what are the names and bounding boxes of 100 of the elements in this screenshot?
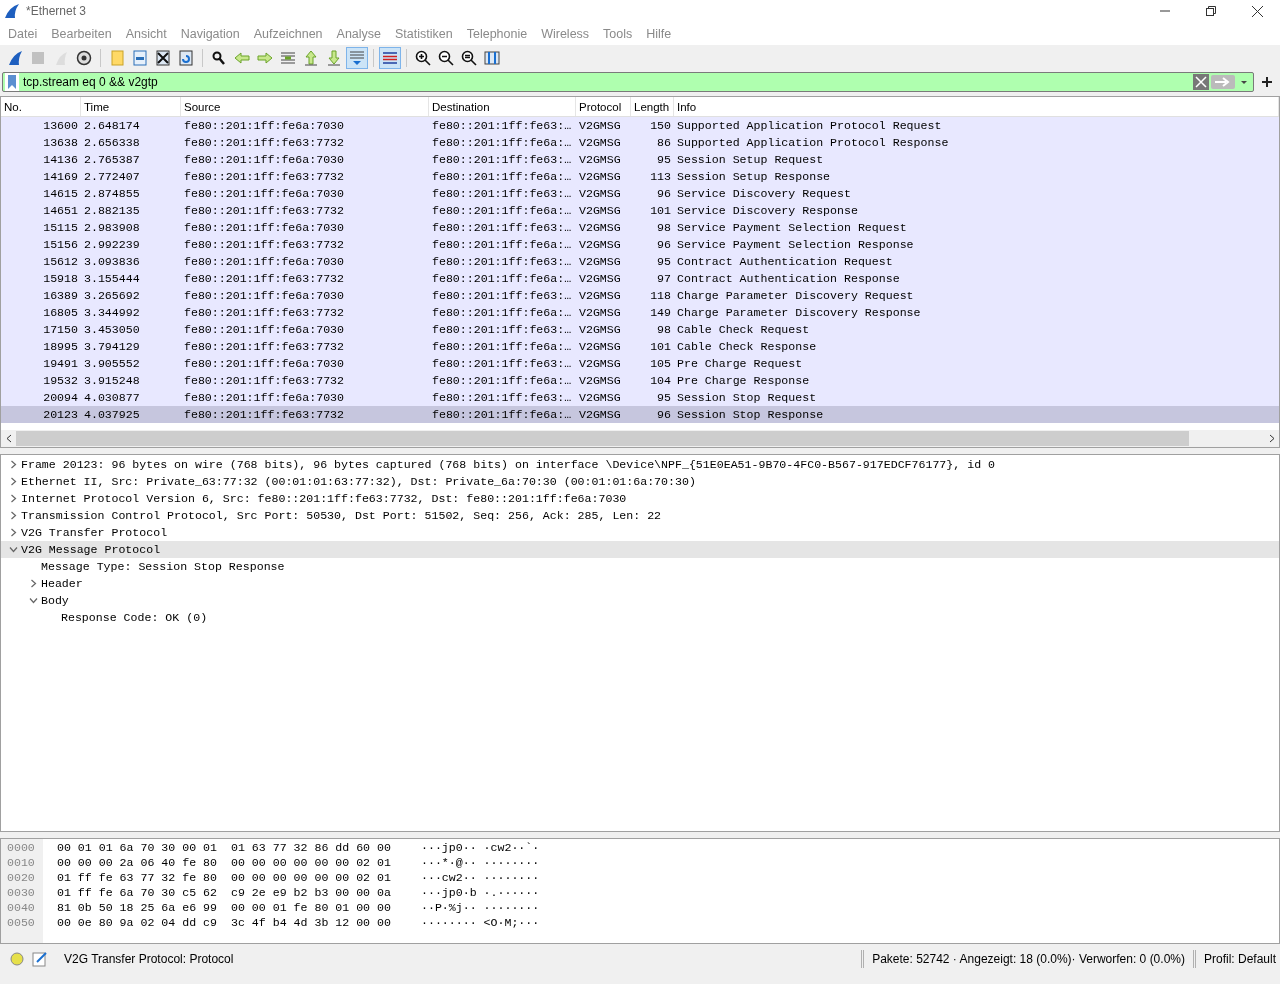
tree-row[interactable]: Body — [1, 592, 1279, 609]
resize-columns-icon — [484, 49, 500, 66]
down-arrow-icon — [326, 49, 342, 66]
table-cell-text: Session Setup Request — [676, 153, 825, 166]
table-cell-text: fe80::201:1ff:fe63:7732 — [183, 272, 346, 285]
menu-item[interactable]: Ansicht — [118, 26, 174, 41]
table-cell-text: 2.992239 — [83, 238, 141, 251]
menu-item[interactable]: Hilfe — [639, 26, 679, 41]
table-cell-text: fe80::201:1ff:fe6a:… — [431, 408, 573, 421]
table-cell-text: 2.656338 — [83, 136, 141, 149]
ascii-text: ···*·@·· ········ — [419, 855, 540, 870]
packet-row[interactable]: 18995 3.794129 fe80::201:1ff:fe63:7732 fe80::201:1ff:fe6a:… V2GMSG 101 Cable Check Response — [1, 338, 1279, 355]
packet-row[interactable]: 15918 3.155444 fe80::201:1ff:fe63:7732 fe80::201:1ff:fe6a:… V2GMSG 97 Contract Authentication Response — [1, 270, 1279, 287]
status-indicator-icon[interactable] — [10, 952, 24, 966]
hex-bytes: 00 01 01 6a 70 30 00 01 01 63 77 32 86 dd 60 00 — [56, 840, 391, 855]
column-header[interactable]: No. — [1, 97, 81, 116]
table-cell-text: fe80::201:1ff:fe63:7732 — [183, 340, 346, 353]
edit-icon[interactable] — [32, 951, 48, 967]
table-cell-text: fe80::201:1ff:fe6a:7030 — [183, 391, 346, 404]
table-cell-text: fe80::201:1ff:fe63:… — [431, 289, 573, 302]
menu-item[interactable]: Bearbeiten — [44, 26, 119, 41]
table-cell-text: 113 — [649, 170, 672, 183]
tree-row[interactable]: Header — [1, 575, 1279, 592]
table-cell-text: 3.093836 — [83, 255, 141, 268]
tree-row[interactable]: Transmission Control Protocol, Src Port: 50530, Dst Port: 51502, Seq: 256, Ack: 285, Len: 22 — [1, 507, 1279, 524]
tree-row[interactable]: V2G Message Protocol — [1, 541, 1279, 558]
hex-bytes: 00 0e 80 9a 02 04 dd c9 3c 4f b4 4d 3b 12 00 00 — [56, 915, 391, 930]
table-cell-text: Service Discovery Response — [676, 204, 859, 217]
packet-row[interactable]: 16805 3.344992 fe80::201:1ff:fe63:7732 fe80::201:1ff:fe6a:… V2GMSG 149 Charge Parameter Discovery Response — [1, 304, 1279, 321]
ascii-text: ···jp0·b ·.······ — [419, 885, 540, 900]
column-header[interactable]: Length — [631, 97, 674, 116]
table-cell-text: Service Payment Selection Request — [676, 221, 908, 234]
tree-row[interactable]: V2G Transfer Protocol — [1, 524, 1279, 541]
table-cell-text: fe80::201:1ff:fe6a:7030 — [183, 187, 346, 200]
fin-icon — [4, 3, 20, 19]
column-header[interactable]: Info — [674, 97, 1279, 116]
table-cell-text: Cable Check Response — [676, 340, 818, 353]
tree-row[interactable]: Frame 20123: 96 bytes on wire (768 bits), 96 bytes captured (768 bits) on interface \Device\NPF_{51E0EA51-9B70-4FC0-B567-917EDCF76177}, id 0 — [1, 456, 1279, 473]
chevron-down-icon[interactable] — [28, 596, 38, 605]
packet-row[interactable]: 13600 2.648174 fe80::201:1ff:fe6a:7030 fe80::201:1ff:fe63:… V2GMSG 150 Supported Application Protocol Request — [1, 117, 1279, 134]
table-cell-text: 3.794129 — [83, 340, 141, 353]
column-header[interactable]: Source — [181, 97, 429, 116]
packet-row[interactable]: 19491 3.905552 fe80::201:1ff:fe6a:7030 fe80::201:1ff:fe63:… V2GMSG 105 Pre Charge Request — [1, 355, 1279, 372]
profile-label[interactable]: Profil: Default — [1203, 952, 1276, 966]
zoom-out-icon — [438, 49, 454, 66]
plus-icon[interactable] — [1262, 77, 1272, 87]
menu-item[interactable]: Analyse — [329, 26, 389, 41]
packet-row[interactable]: 15115 2.983908 fe80::201:1ff:fe6a:7030 fe80::201:1ff:fe63:… V2GMSG 98 Service Payment Selection Request — [1, 219, 1279, 236]
table-cell-text: V2GMSG — [578, 204, 622, 217]
table-cell-text: fe80::201:1ff:fe63:7732 — [183, 306, 346, 319]
table-cell-text: V2GMSG — [578, 255, 622, 268]
packet-row[interactable]: 14136 2.765387 fe80::201:1ff:fe6a:7030 fe80::201:1ff:fe63:… V2GMSG 95 Session Setup Request — [1, 151, 1279, 168]
packet-row[interactable]: 13638 2.656338 fe80::201:1ff:fe63:7732 fe80::201:1ff:fe6a:… V2GMSG 86 Supported Application Protocol Response — [1, 134, 1279, 151]
hex-bytes: 00 00 00 2a 06 40 fe 80 00 00 00 00 00 00 02 01 — [56, 855, 391, 870]
table-cell-text: V2GMSG — [578, 119, 622, 132]
packet-row[interactable]: 14169 2.772407 fe80::201:1ff:fe63:7732 fe80::201:1ff:fe6a:… V2GMSG 113 Session Setup Response — [1, 168, 1279, 185]
bookmark-icon[interactable] — [5, 73, 19, 91]
menu-item[interactable]: Statistiken — [388, 26, 460, 41]
table-cell-text: 15115 — [42, 221, 79, 234]
close-icon[interactable] — [1251, 5, 1263, 17]
packet-row[interactable]: 15156 2.992239 fe80::201:1ff:fe63:7732 fe80::201:1ff:fe6a:… V2GMSG 96 Service Payment Selection Response — [1, 236, 1279, 253]
chevron-right-icon[interactable] — [28, 579, 38, 588]
restore-icon[interactable] — [1206, 6, 1216, 16]
packet-row[interactable]: 14615 2.874855 fe80::201:1ff:fe6a:7030 fe80::201:1ff:fe63:… V2GMSG 96 Service Discovery Request — [1, 185, 1279, 202]
column-header[interactable]: Protocol — [576, 97, 631, 116]
table-cell-text: 14169 — [42, 170, 79, 183]
table-cell-text: fe80::201:1ff:fe63:… — [431, 221, 573, 234]
menu-item[interactable]: Navigation — [173, 26, 247, 41]
column-header[interactable]: Destination — [429, 97, 576, 116]
display-filter-field[interactable]: tcp.stream eq 0 && v2gtp — [19, 73, 1193, 91]
table-cell-text: fe80::201:1ff:fe63:7732 — [183, 408, 346, 421]
table-cell-text: fe80::201:1ff:fe63:… — [431, 255, 573, 268]
packet-row[interactable]: 16389 3.265692 fe80::201:1ff:fe6a:7030 fe80::201:1ff:fe63:… V2GMSG 118 Charge Parameter Discovery Request — [1, 287, 1279, 304]
menu-item[interactable]: Aufzeichnen — [246, 26, 330, 41]
table-cell-text: 105 — [649, 357, 672, 370]
chevron-down-icon[interactable] — [8, 545, 18, 554]
packet-row[interactable]: 20123 4.037925 fe80::201:1ff:fe63:7732 fe80::201:1ff:fe6a:… V2GMSG 96 Session Stop Response — [1, 406, 1279, 423]
menu-item[interactable]: Tools — [596, 26, 640, 41]
menu-item[interactable]: Wireless — [534, 26, 597, 41]
tree-row[interactable]: Internet Protocol Version 6, Src: fe80::201:1ff:fe63:7732, Dst: fe80::201:1ff:fe6a:7030 — [1, 490, 1279, 507]
clear-icon[interactable] — [1193, 74, 1209, 90]
table-cell-text: 19491 — [42, 357, 79, 370]
table-cell-text: fe80::201:1ff:fe6a:7030 — [183, 289, 346, 302]
tree-row[interactable]: Response Code: OK (0) — [1, 609, 1279, 626]
packet-row[interactable]: 17150 3.453050 fe80::201:1ff:fe6a:7030 fe80::201:1ff:fe63:… V2GMSG 98 Cable Check Request — [1, 321, 1279, 338]
packet-row[interactable]: 20094 4.030877 fe80::201:1ff:fe6a:7030 fe80::201:1ff:fe63:… V2GMSG 95 Session Stop Request — [1, 389, 1279, 406]
table-cell-text: 96 — [656, 187, 672, 200]
filter-bar[interactable]: tcp.stream eq 0 && v2gtp — [2, 72, 1254, 92]
packet-row[interactable]: 14651 2.882135 fe80::201:1ff:fe63:7732 fe80::201:1ff:fe6a:… V2GMSG 101 Service Discovery Response — [1, 202, 1279, 219]
packet-row[interactable]: 15612 3.093836 fe80::201:1ff:fe6a:7030 fe80::201:1ff:fe63:… V2GMSG 95 Contract Authentication Request — [1, 253, 1279, 270]
tree-row[interactable]: Ethernet II, Src: Private_63:77:32 (00:01:01:63:77:32), Dst: Private_6a:70:30 (00:01:01:6a:70:30) — [1, 473, 1279, 490]
table-cell-text: 101 — [649, 340, 672, 353]
packet-row[interactable]: 19532 3.915248 fe80::201:1ff:fe63:7732 fe80::201:1ff:fe6a:… V2GMSG 104 Pre Charge Response — [1, 372, 1279, 389]
table-cell-text: Session Setup Response — [676, 170, 832, 183]
tree-row[interactable]: Message Type: Session Stop Response — [1, 558, 1279, 575]
table-cell-text: V2GMSG — [578, 238, 622, 251]
menu-item[interactable]: Datei — [1, 26, 45, 41]
column-header[interactable]: Time — [81, 97, 181, 116]
table-cell-text: Charge Parameter Discovery Response — [676, 306, 922, 319]
scrollbar-thumb[interactable] — [16, 431, 1190, 446]
